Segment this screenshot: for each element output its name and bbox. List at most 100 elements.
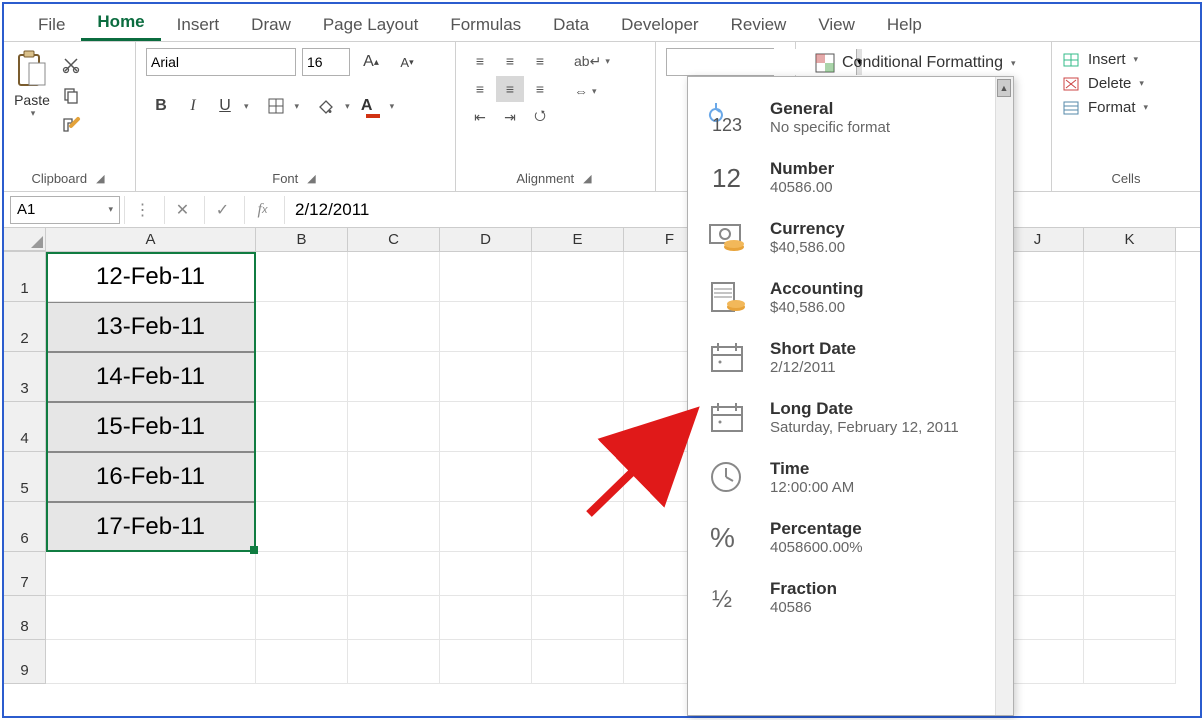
row-header-4[interactable]: 4 xyxy=(4,402,46,452)
format-cells-icon xyxy=(1062,98,1082,116)
increase-indent-button[interactable]: ⇥ xyxy=(496,104,524,130)
select-all-corner[interactable] xyxy=(4,228,46,251)
cell-a9[interactable] xyxy=(46,640,256,684)
paste-label[interactable]: Paste xyxy=(14,92,50,108)
font-size-select[interactable] xyxy=(302,48,350,76)
cell-b1[interactable] xyxy=(256,252,348,302)
align-middle-button[interactable]: ≡ xyxy=(496,48,524,74)
col-header-k[interactable]: K xyxy=(1084,228,1176,251)
align-left-button[interactable]: ≡ xyxy=(466,76,494,102)
format-option-long-date[interactable]: Long DateSaturday, February 12, 2011 xyxy=(688,387,1013,447)
decrease-indent-button[interactable]: ⇤ xyxy=(466,104,494,130)
format-option-time[interactable]: Time12:00:00 AM xyxy=(688,447,1013,507)
cell-a7[interactable] xyxy=(46,552,256,596)
col-header-b[interactable]: B xyxy=(256,228,348,251)
format-option-short-date[interactable]: Short Date2/12/2011 xyxy=(688,327,1013,387)
fill-color-button[interactable] xyxy=(311,92,341,120)
group-cells-label: Cells xyxy=(1112,171,1141,186)
increase-font-button[interactable]: A▴ xyxy=(356,48,386,76)
tab-help[interactable]: Help xyxy=(871,9,938,41)
number-format-combo[interactable]: ▾ xyxy=(666,48,774,76)
cell-a5[interactable]: 16-Feb-11 xyxy=(46,452,256,502)
format-cells-button[interactable]: Format▾ xyxy=(1062,98,1190,116)
format-option-percentage[interactable]: % Percentage4058600.00% xyxy=(688,507,1013,567)
number-format-icon: 12 xyxy=(704,155,754,199)
italic-button[interactable]: I xyxy=(178,92,208,120)
row-header-3[interactable]: 3 xyxy=(4,352,46,402)
wrap-text-button[interactable]: ab↵▾ xyxy=(570,48,614,74)
row-header-8[interactable]: 8 xyxy=(4,596,46,640)
decrease-font-button[interactable]: A▾ xyxy=(392,48,422,76)
cell-a8[interactable] xyxy=(46,596,256,640)
row-header-5[interactable]: 5 xyxy=(4,452,46,502)
format-option-general[interactable]: 123 GeneralNo specific format xyxy=(688,87,1013,147)
alignment-launcher[interactable]: ◢ xyxy=(580,172,594,185)
tab-page-layout[interactable]: Page Layout xyxy=(307,9,434,41)
tab-draw[interactable]: Draw xyxy=(235,9,307,41)
formula-options-button[interactable]: ⋮ xyxy=(124,196,160,224)
format-option-currency[interactable]: Currency$40,586.00 xyxy=(688,207,1013,267)
clipboard-launcher[interactable]: ◢ xyxy=(93,172,107,185)
svg-text:12: 12 xyxy=(712,163,741,193)
tab-data[interactable]: Data xyxy=(537,9,605,41)
confirm-edit-button[interactable]: ✓ xyxy=(204,196,240,224)
col-header-c[interactable]: C xyxy=(348,228,440,251)
dropdown-scrollbar[interactable]: ▲ xyxy=(995,77,1013,715)
tab-review[interactable]: Review xyxy=(715,9,803,41)
cell-a2[interactable]: 13-Feb-11 xyxy=(46,302,256,352)
col-header-e[interactable]: E xyxy=(532,228,624,251)
cell-a1[interactable]: 12-Feb-11 xyxy=(46,252,256,302)
insert-function-button[interactable]: fx xyxy=(244,196,280,224)
cut-button[interactable] xyxy=(58,52,84,78)
tab-insert[interactable]: Insert xyxy=(161,9,236,41)
conditional-formatting-button[interactable]: Conditional Formatting ▾ xyxy=(806,48,1024,78)
col-header-d[interactable]: D xyxy=(440,228,532,251)
format-option-accounting[interactable]: Accounting$40,586.00 xyxy=(688,267,1013,327)
format-option-fraction[interactable]: ½ Fraction40586 xyxy=(688,567,1013,627)
tab-developer[interactable]: Developer xyxy=(605,9,715,41)
fill-color-dropdown-icon[interactable]: ▾ xyxy=(343,101,350,112)
copy-button[interactable] xyxy=(58,82,84,108)
paste-icon[interactable] xyxy=(14,48,50,92)
bold-button[interactable]: B xyxy=(146,92,176,120)
align-top-button[interactable]: ≡ xyxy=(466,48,494,74)
cell-a4[interactable]: 15-Feb-11 xyxy=(46,402,256,452)
underline-dropdown-icon[interactable]: ▾ xyxy=(242,101,249,112)
underline-button[interactable]: U xyxy=(210,92,240,120)
tab-file[interactable]: File xyxy=(22,9,81,41)
row-header-7[interactable]: 7 xyxy=(4,552,46,596)
scroll-up-icon[interactable]: ▲ xyxy=(997,79,1011,97)
col-header-a[interactable]: A xyxy=(46,228,256,251)
align-bottom-button[interactable]: ≡ xyxy=(526,48,554,74)
format-painter-button[interactable] xyxy=(58,112,84,138)
format-option-number[interactable]: 12 Number40586.00 xyxy=(688,147,1013,207)
row-header-9[interactable]: 9 xyxy=(4,640,46,684)
row-header-6[interactable]: 6 xyxy=(4,502,46,552)
merge-center-button[interactable]: ⇔▾ xyxy=(570,78,614,104)
align-right-button[interactable]: ≡ xyxy=(526,76,554,102)
paste-dropdown-icon[interactable]: ▾ xyxy=(29,108,36,119)
insert-cells-icon xyxy=(1062,50,1082,68)
number-format-dropdown: ▲ 123 GeneralNo specific format 12 Numbe… xyxy=(687,76,1014,716)
group-alignment: ≡ ≡ ≡ ≡ ≡ ≡ ⇤ ⇥ ⭯ ab↵▾ ⇔▾ Alignment◢ xyxy=(456,42,656,191)
row-header-2[interactable]: 2 xyxy=(4,302,46,352)
cancel-edit-button[interactable]: ✕ xyxy=(164,196,200,224)
cell-a3[interactable]: 14-Feb-11 xyxy=(46,352,256,402)
tab-view[interactable]: View xyxy=(802,9,871,41)
delete-cells-button[interactable]: Delete▾ xyxy=(1062,74,1190,92)
align-center-button[interactable]: ≡ xyxy=(496,76,524,102)
tab-home[interactable]: Home xyxy=(81,6,160,41)
font-launcher[interactable]: ◢ xyxy=(304,172,318,185)
insert-cells-button[interactable]: Insert▾ xyxy=(1062,50,1190,68)
row-header-1[interactable]: 1 xyxy=(4,252,46,302)
font-color-dropdown-icon[interactable]: ▾ xyxy=(388,101,395,112)
cell-a6[interactable]: 17-Feb-11 xyxy=(46,502,256,552)
group-clipboard-label: Clipboard xyxy=(31,171,87,186)
orientation-button[interactable]: ⭯ xyxy=(526,104,554,130)
name-box-dropdown-icon[interactable]: ▾ xyxy=(106,204,113,215)
tab-formulas[interactable]: Formulas xyxy=(434,9,537,41)
borders-dropdown-icon[interactable]: ▾ xyxy=(293,101,300,112)
font-name-select[interactable] xyxy=(146,48,296,76)
name-box[interactable]: A1 ▾ xyxy=(10,196,120,224)
borders-button[interactable] xyxy=(261,92,291,120)
